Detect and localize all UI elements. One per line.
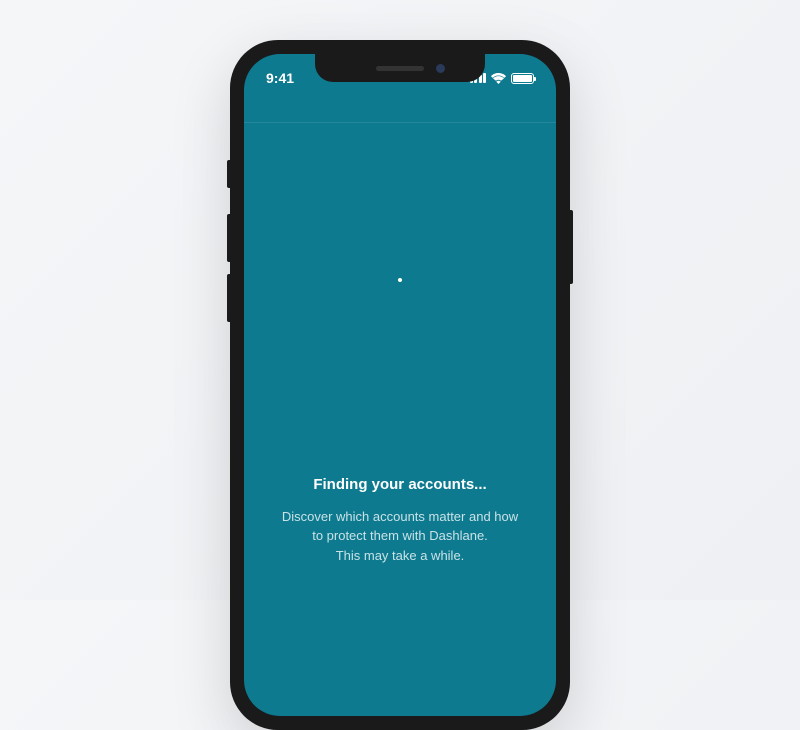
- mute-switch: [227, 160, 230, 188]
- loading-indicator: [398, 278, 402, 282]
- power-button: [570, 210, 573, 284]
- phone-left-buttons: [227, 160, 230, 334]
- loading-title: Finding your accounts...: [272, 476, 528, 493]
- phone-device-frame: 9:41: [230, 40, 570, 730]
- message-block: Finding your accounts... Discover which …: [244, 476, 556, 566]
- front-camera: [436, 64, 445, 73]
- loading-subtitle: Discover which accounts matter and how t…: [272, 507, 528, 566]
- subtitle-line: This may take a while.: [336, 548, 465, 563]
- status-time: 9:41: [266, 70, 294, 86]
- subtitle-line: Discover which accounts matter and how: [282, 509, 518, 524]
- volume-down-button: [227, 274, 230, 322]
- phone-right-buttons: [570, 210, 573, 284]
- volume-up-button: [227, 214, 230, 262]
- screen-content: Finding your accounts... Discover which …: [244, 123, 556, 715]
- notch: [315, 54, 485, 82]
- phone-screen: 9:41: [244, 54, 556, 716]
- wifi-icon: [491, 73, 506, 84]
- battery-icon: [511, 73, 534, 84]
- speaker-grille: [376, 66, 424, 71]
- subtitle-line: to protect them with Dashlane.: [312, 528, 488, 543]
